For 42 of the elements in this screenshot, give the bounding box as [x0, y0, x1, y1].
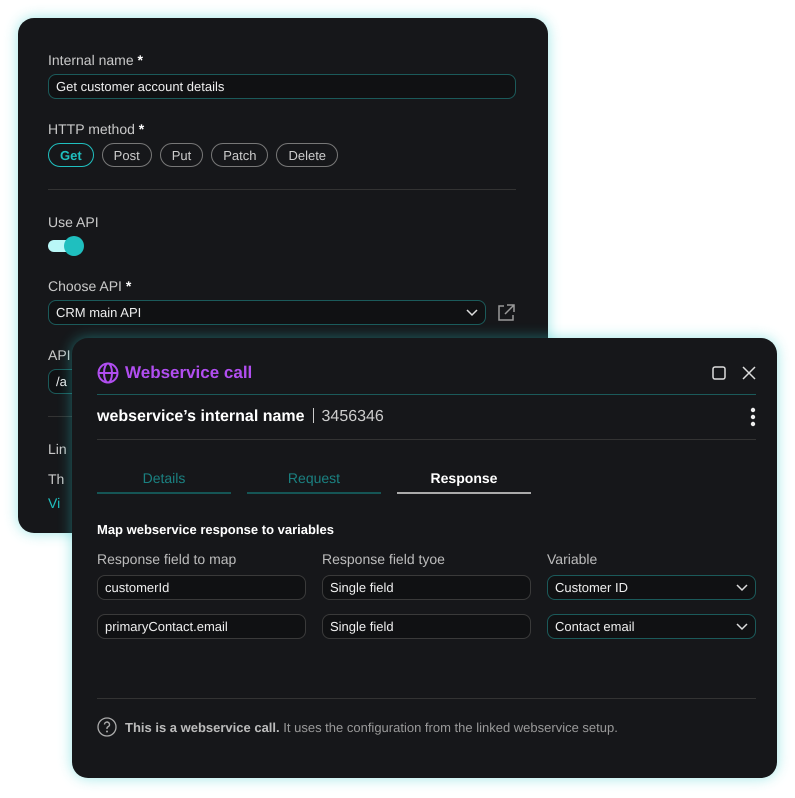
field-type-input[interactable]: Single field — [322, 575, 531, 600]
description-text: Th — [48, 471, 64, 487]
field-label: HTTP method * — [48, 121, 146, 137]
maximize-icon[interactable] — [712, 366, 726, 380]
field-label: Use API — [48, 214, 100, 230]
internal-name-field[interactable]: Get customer account details — [48, 74, 516, 99]
globe-icon — [97, 362, 119, 384]
field-label: API — [48, 347, 71, 363]
section-heading: Map webservice response to variables — [97, 522, 335, 537]
column-header: Response field to map — [97, 551, 238, 567]
field-label: Choose API * — [48, 278, 132, 294]
webservice-name: webservice’s internal name — [97, 408, 305, 425]
method-option[interactable]: Get — [48, 143, 94, 167]
method-option[interactable]: Patch — [211, 143, 268, 167]
response-field-input[interactable]: primaryContact.email — [97, 614, 306, 639]
chevron-down-icon — [736, 584, 748, 592]
method-option[interactable]: Delete — [276, 143, 338, 167]
variable-select[interactable]: Customer ID — [547, 575, 756, 600]
info-text: This is a webservice call. It uses the configuration from the linked webservice setup. — [125, 720, 618, 734]
dialog-title: Webservice call — [125, 363, 252, 383]
link[interactable]: Vi — [48, 495, 60, 511]
tab[interactable]: Response — [397, 470, 531, 494]
variable-select[interactable]: Contact email — [547, 614, 756, 639]
field-label: Internal name * — [48, 52, 144, 68]
response-field-input[interactable]: customerId — [97, 575, 306, 600]
api-select[interactable]: CRM main API — [48, 300, 486, 325]
chevron-down-icon — [736, 622, 748, 630]
method-option[interactable]: Post — [102, 143, 152, 167]
column-header: Response field tyoe — [322, 551, 446, 567]
external-link-icon[interactable] — [496, 302, 516, 322]
chevron-down-icon — [466, 308, 478, 316]
tab[interactable]: Request — [247, 470, 381, 494]
help-icon — [97, 717, 117, 737]
webservice-id: 3456346 — [322, 408, 384, 425]
close-icon[interactable] — [742, 366, 756, 380]
field-type-input[interactable]: Single field — [322, 614, 531, 639]
column-header: Variable — [547, 551, 598, 567]
more-options-icon[interactable] — [750, 407, 756, 427]
section-label: Lin — [48, 441, 67, 457]
toggle-switch[interactable] — [48, 236, 84, 256]
method-option[interactable]: Put — [160, 143, 204, 167]
tab[interactable]: Details — [97, 470, 231, 494]
